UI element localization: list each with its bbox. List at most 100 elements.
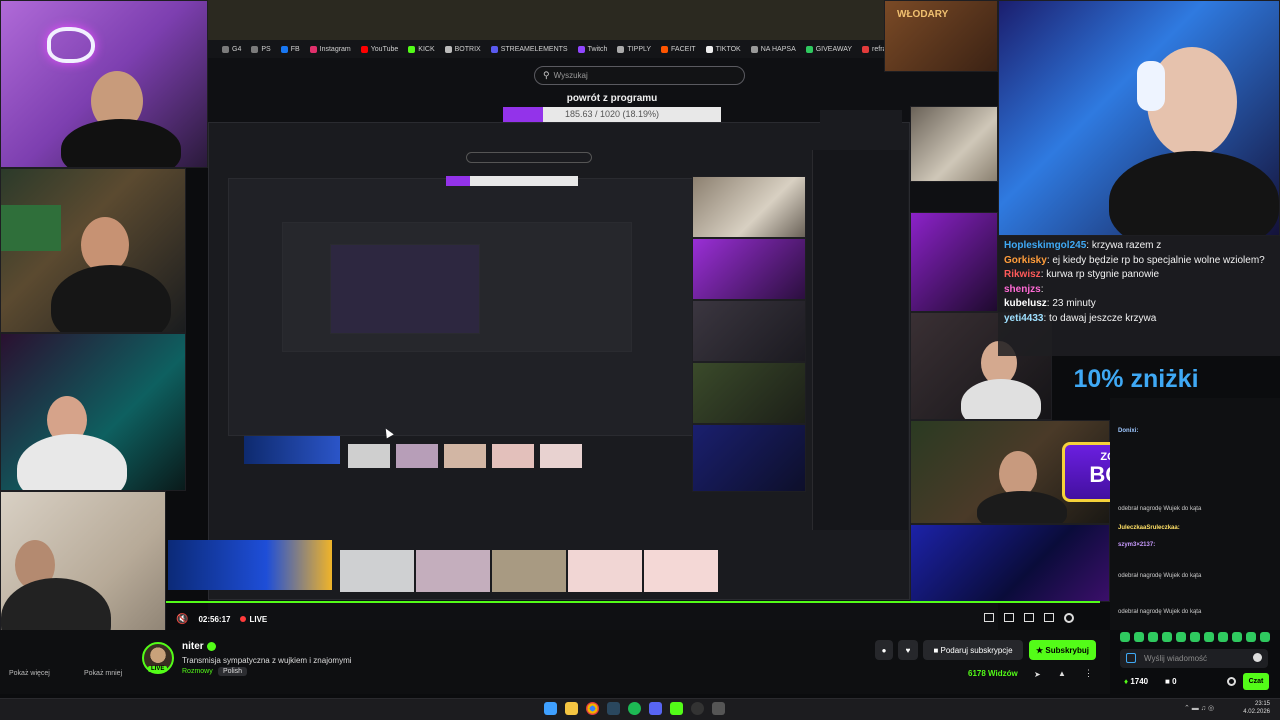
chrome-icon[interactable] [586, 702, 599, 715]
clock: 23:15 4.02.2026 [1243, 700, 1270, 716]
discord-icon[interactable] [649, 702, 662, 715]
file-explorer-icon[interactable] [565, 702, 578, 715]
bookmark-item[interactable]: BOTRIX [444, 45, 481, 53]
side-chat-5: odebrał nagrodę Wujek do kąta [1118, 609, 1202, 615]
case-item-4 [568, 550, 642, 592]
kick-icon[interactable] [670, 702, 683, 715]
share-icon[interactable]: ➤ [1034, 670, 1041, 679]
bookmark-label: BOTRIX [454, 45, 481, 53]
bookmark-item[interactable]: PS [251, 45, 271, 53]
subscribe-label: Subskrybuj [1045, 645, 1089, 655]
headphones-icon [1137, 61, 1165, 111]
chat-text: : kurwa rp stygnie panowie [1040, 269, 1160, 280]
channel-name[interactable]: niter [182, 641, 216, 652]
language-tag[interactable]: Polish [218, 667, 248, 676]
viewer-count: 6178 Widzów [968, 669, 1018, 678]
clip-icon[interactable] [1004, 613, 1014, 622]
bookmark-item[interactable]: TIKTOK [705, 45, 741, 53]
case-item-3 [492, 550, 566, 592]
chat-username[interactable]: Rikwisz [1004, 269, 1041, 280]
notification-bell-button[interactable]: ● [875, 640, 893, 660]
banner-text: WŁODARY [897, 9, 949, 20]
chat-text: : krzywa razem z [1086, 240, 1162, 251]
nested-chat [812, 150, 908, 530]
nested-case-5 [540, 444, 582, 468]
stream-title: Transmisja sympatyczna z wujkiem i znajo… [182, 656, 352, 665]
show-more-button[interactable]: Pokaż więcej [9, 670, 50, 677]
search-input[interactable]: ⚲ Wyszukaj [534, 66, 745, 85]
emote-icon[interactable] [1204, 632, 1214, 642]
browser-top [208, 0, 884, 40]
chat-username[interactable]: shenjzs [1004, 284, 1041, 295]
subscribe-button[interactable]: ★ Subskrybuj [1029, 640, 1096, 660]
seek-bar[interactable] [166, 601, 1100, 603]
bookmark-label: NA HAPSA [760, 45, 796, 53]
chat-send-button[interactable]: Czat [1243, 673, 1269, 690]
emote-icon[interactable] [1218, 632, 1228, 642]
emote-icon[interactable] [1162, 632, 1172, 642]
chat-username[interactable]: kubelusz [1004, 298, 1047, 309]
cam-right-neon [910, 212, 998, 312]
chat-username[interactable]: yeti4433 [1004, 313, 1043, 324]
bookmark-item[interactable]: TIPPLY [617, 45, 651, 53]
logo-icon [47, 27, 95, 63]
bookmark-item[interactable]: G4 [222, 45, 241, 53]
follow-heart-button[interactable]: ♥ [898, 640, 918, 660]
emote-icon[interactable] [1190, 632, 1200, 642]
emote-icon[interactable] [1120, 632, 1130, 642]
bookmark-item[interactable]: Instagram [309, 45, 351, 53]
obs-icon[interactable] [691, 702, 704, 715]
bookmark-item[interactable]: FACEIT [661, 45, 696, 53]
side-chat-0: Donixi: [1118, 428, 1139, 434]
category-link[interactable]: Rozmowy [182, 668, 213, 675]
bookmark-item[interactable]: YouTube [360, 45, 398, 53]
nested-case-1 [348, 444, 390, 468]
spotify-icon[interactable] [628, 702, 641, 715]
bookmark-icon [805, 45, 813, 53]
emote-icon[interactable] [1134, 632, 1144, 642]
steam-icon[interactable] [607, 702, 620, 715]
count-value: 0 [1172, 677, 1177, 686]
cam-right-5 [910, 524, 1110, 602]
channel-name-text: niter [182, 641, 204, 652]
channel-points[interactable]: ♦ 1740 [1124, 677, 1148, 686]
bookmark-item[interactable]: GIVEAWAY [805, 45, 852, 53]
gift-sub-button[interactable]: ■ Podaruj subskrypcje [923, 640, 1023, 660]
emoji-icon[interactable] [1253, 653, 1262, 662]
chat-message-input[interactable]: Wyślij wiadomość [1120, 649, 1268, 668]
windows-start-icon[interactable] [544, 702, 557, 715]
show-less-button[interactable]: Pokaż mniej [84, 670, 122, 677]
bookmark-item[interactable]: Twitch [577, 45, 607, 53]
more-icon[interactable]: ⋮ [1084, 668, 1093, 679]
bookmark-item[interactable]: STREAMELEMENTS [490, 45, 568, 53]
settings-app-icon[interactable] [712, 702, 725, 715]
cam-left-4 [0, 491, 166, 651]
emote-picker-icon[interactable] [1126, 653, 1136, 663]
chat-settings-icon[interactable] [1227, 677, 1236, 686]
emote-icon[interactable] [1260, 632, 1270, 642]
settings-icon[interactable] [1064, 613, 1074, 623]
bookmark-item[interactable]: FB [280, 45, 300, 53]
emote-icon[interactable] [1148, 632, 1158, 642]
pip-icon[interactable] [984, 613, 994, 622]
chat-username[interactable]: Hoplesk​imgol245 [1004, 240, 1086, 251]
fullscreen-icon[interactable] [1044, 613, 1054, 622]
bell-icon: ● [881, 645, 887, 655]
count-icon: ■ [1165, 677, 1173, 686]
chat-username[interactable]: Gorkisky [1004, 255, 1047, 266]
nested-cam-neon [692, 238, 806, 300]
bookmark-icon [280, 45, 288, 53]
theater-icon[interactable] [1024, 613, 1034, 622]
bookmark-icon [750, 45, 758, 53]
avatar-live-badge: LIVE [148, 666, 168, 672]
side-chat-3: szym3×2137: [1118, 542, 1156, 548]
emote-icon[interactable] [1176, 632, 1186, 642]
emote-icon[interactable] [1232, 632, 1242, 642]
report-icon[interactable]: ▲ [1058, 669, 1066, 678]
mute-icon[interactable]: 🔇 [176, 614, 188, 625]
emote-icon[interactable] [1246, 632, 1256, 642]
nested-progress [446, 176, 578, 186]
bookmark-item[interactable]: NA HAPSA [750, 45, 796, 53]
case-item-5 [644, 550, 718, 592]
bookmark-item[interactable]: KICK [408, 45, 435, 53]
